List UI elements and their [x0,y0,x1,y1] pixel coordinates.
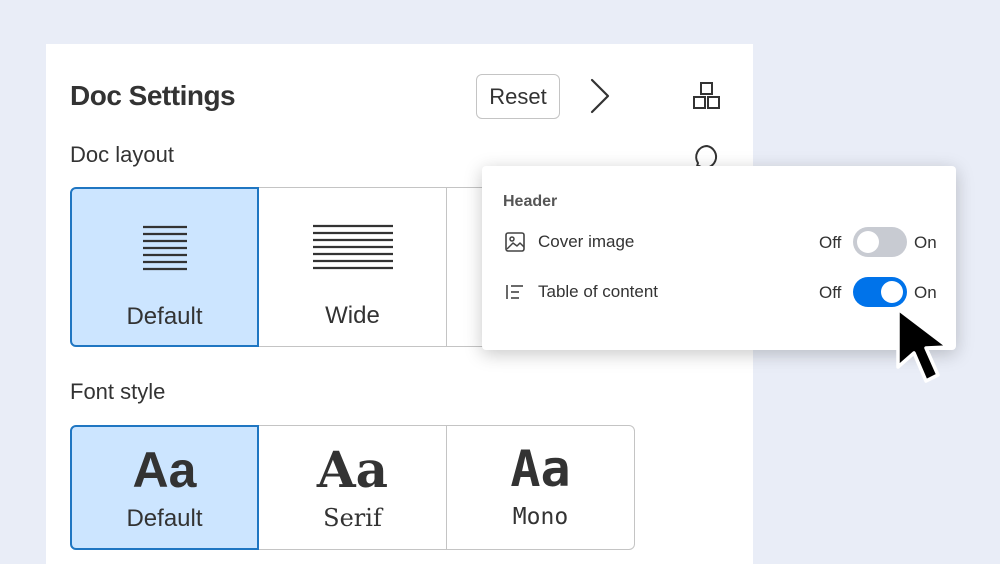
popup-header: Header [503,193,558,210]
font-option-mono[interactable]: Aa Mono [446,425,635,550]
toggle-on-label: On [914,233,937,252]
cover-image-row: Cover image Off On [482,222,956,262]
chevron-right-icon[interactable] [584,76,614,116]
header-settings-popup: Header Cover image Off On Table of conte… [482,166,956,350]
font-option-label: Default [126,505,203,532]
toggle-on-label: On [914,283,937,302]
font-style-label: Font style [70,379,166,404]
layout-option-default[interactable]: Default [70,187,259,347]
font-option-label: Mono [512,504,569,530]
font-sample: Aa [316,440,389,499]
toc-icon [504,281,526,303]
cursor-icon [892,305,972,395]
font-sample: Aa [510,440,571,498]
toggle-off-label: Off [819,233,842,252]
wide-lines-icon [259,224,446,274]
narrow-lines-icon [72,225,257,275]
table-of-content-label: Table of content [538,282,659,301]
toggle-knob [857,231,879,253]
font-option-default[interactable]: Aa Default [70,425,259,550]
cover-image-toggle[interactable] [853,227,907,257]
cover-image-label: Cover image [538,232,635,251]
table-of-content-row: Table of content Off On [482,272,956,312]
panel-title: Doc Settings [70,80,236,111]
layout-option-label: Wide [325,302,380,329]
apps-icon[interactable] [691,80,723,112]
toggle-knob [881,281,903,303]
layout-option-label: Default [126,303,203,330]
reset-button[interactable]: Reset [476,74,560,119]
font-sample: Aa [132,442,197,498]
font-option-label: Serif [323,504,382,532]
doc-layout-label: Doc layout [70,142,174,167]
layout-option-wide[interactable]: Wide [258,187,447,347]
image-icon [504,231,526,253]
toggle-off-label: Off [819,283,842,302]
font-option-serif[interactable]: Aa Serif [258,425,447,550]
table-of-content-toggle[interactable] [853,277,907,307]
